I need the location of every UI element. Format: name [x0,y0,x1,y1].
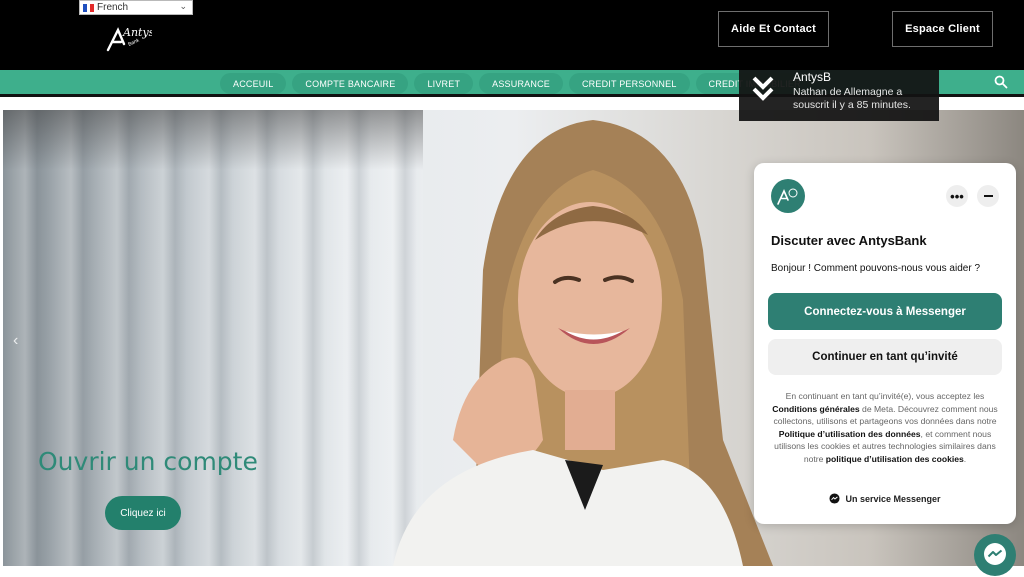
espace-client-button[interactable]: Espace Client [892,11,993,47]
notification-body: Nathan de Allemagne a souscrit il y a 85… [793,86,911,111]
legal-text-1: En continuant en tant qu’invité(e), vous… [785,391,985,401]
search-icon[interactable] [994,75,1008,89]
carousel-prev-icon[interactable]: ‹ [13,332,18,350]
language-label: French [97,2,129,13]
antys-logo-icon [777,188,798,205]
continue-as-guest-button[interactable]: Continuer en tant qu’invité [768,339,1002,375]
double-chevron-down-icon [752,76,774,101]
aide-contact-button[interactable]: Aide Et Contact [718,11,829,47]
conditions-link[interactable]: Conditions générales [772,404,859,414]
nav-items: ACCEUIL COMPTE BANCAIRE LIVRET ASSURANCE… [220,73,814,94]
chat-avatar [771,179,805,213]
messenger-launcher-button[interactable] [974,534,1016,576]
subscription-notification[interactable]: AntysB Nathan de Allemagne a souscrit il… [739,70,939,121]
fr-flag-icon [83,3,95,12]
nav-item-assurance[interactable]: ASSURANCE [479,73,563,94]
top-header: French ⌄ Antys Bank Aide Et Contact Espa… [0,0,1024,70]
minimize-icon [983,195,993,197]
minimize-button[interactable] [977,185,999,207]
more-options-button[interactable]: ••• [946,185,968,207]
messenger-icon [829,493,841,504]
antys-bank-logo[interactable]: Antys Bank [104,20,152,56]
connect-messenger-button[interactable]: Connectez-vous à Messenger [768,293,1002,330]
nav-item-accueil[interactable]: ACCEUIL [220,73,287,94]
hero-woman-image [393,120,773,566]
language-select[interactable]: French ⌄ [79,0,193,15]
hero-caption: Ouvrir un compte [38,447,258,476]
nav-item-livret[interactable]: LIVRET [414,73,474,94]
cookie-policy-link[interactable]: politique d’utilisation des cookies [826,454,964,464]
messenger-service-note: Un service Messenger [754,493,1016,504]
notification-title: AntysB [793,70,832,84]
legal-text-4: . [963,453,967,464]
messenger-icon [984,543,1006,565]
chevron-down-icon: ⌄ [179,1,187,11]
chat-greeting: Bonjour ! Comment pouvons-nous vous aide… [771,263,981,274]
messenger-chat-widget: ••• Discuter avec AntysBank Bonjour ! Co… [754,163,1016,524]
chat-title: Discuter avec AntysBank [771,233,927,248]
nav-item-compte-bancaire[interactable]: COMPTE BANCAIRE [292,73,409,94]
hero-cta-button[interactable]: Cliquez ici [105,496,181,530]
nav-item-credit-personnel[interactable]: CREDIT PERSONNEL [568,73,690,94]
service-label: Un service Messenger [845,493,941,504]
data-policy-link[interactable]: Politique d’utilisation des données [779,429,921,439]
chat-legal-text: En continuant en tant qu’invité(e), vous… [768,390,1002,466]
page: French ⌄ Antys Bank Aide Et Contact Espa… [0,0,1024,577]
